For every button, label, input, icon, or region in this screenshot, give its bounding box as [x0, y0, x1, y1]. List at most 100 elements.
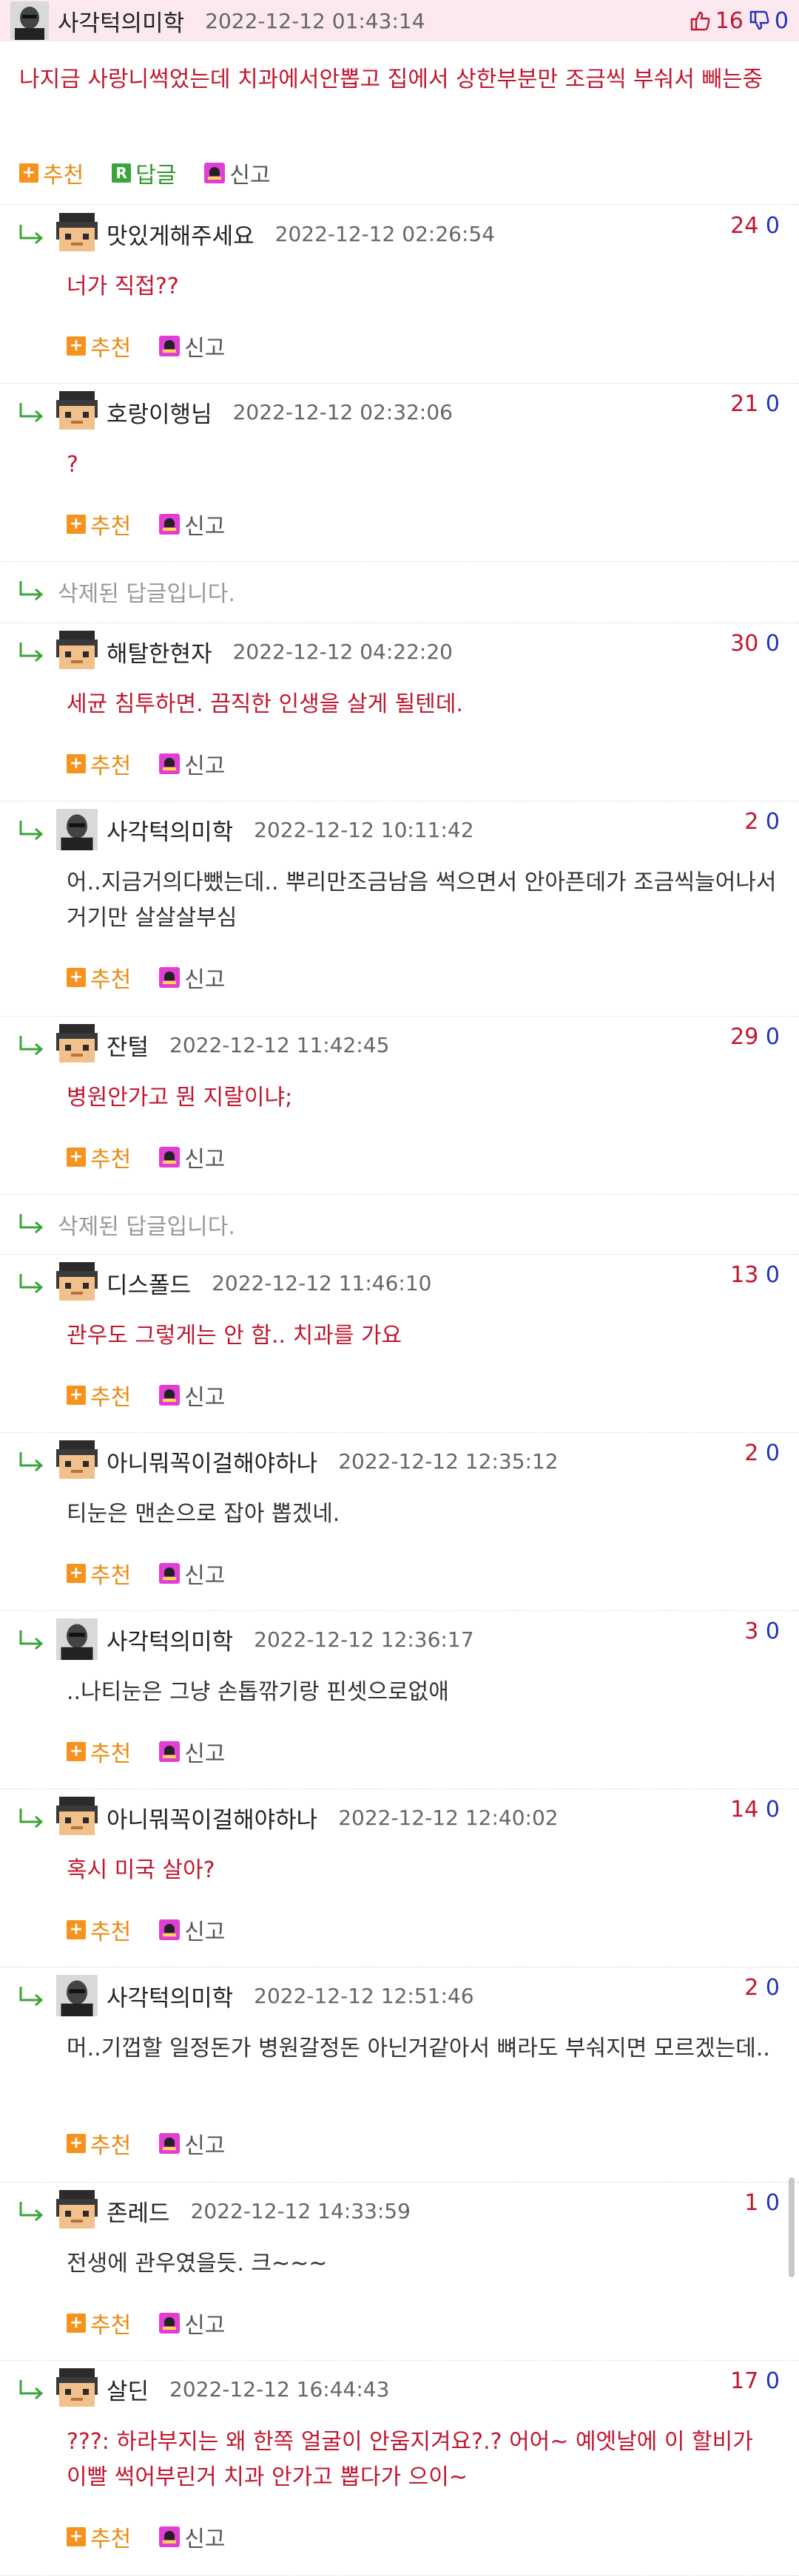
siren-icon	[159, 1385, 181, 1406]
siren-icon	[159, 2313, 181, 2333]
recommend-button[interactable]: + 추천	[67, 2127, 131, 2160]
report-button[interactable]: 신고	[159, 1141, 225, 1173]
scrollbar[interactable]	[789, 2177, 795, 2277]
recommend-label: 추천	[90, 1385, 132, 1411]
comment-up-count[interactable]: 13	[730, 1262, 758, 1288]
report-button[interactable]: 신고	[159, 748, 225, 780]
recommend-button[interactable]: + 추천	[67, 2307, 131, 2339]
comment-up-count[interactable]: 24	[730, 213, 758, 239]
comment-up-count[interactable]: 29	[730, 1024, 758, 1050]
comment-author[interactable]: 사각턱의미학	[107, 1979, 233, 2013]
comment-up-count[interactable]: 2	[744, 809, 758, 835]
report-button[interactable]: 신고	[159, 1914, 225, 1946]
comment-down-count[interactable]: 0	[766, 631, 780, 657]
post-author[interactable]: 사각턱의미학	[58, 4, 184, 38]
comment-down-count[interactable]: 0	[766, 391, 780, 417]
photo-avatar[interactable]	[56, 1619, 98, 1660]
recommend-button[interactable]: + 추천	[67, 1379, 131, 1411]
comment-down-count[interactable]: 0	[766, 1262, 780, 1288]
reply-arrow-icon	[19, 1274, 44, 1294]
pixel-avatar[interactable]	[56, 1262, 98, 1304]
comment-up-count[interactable]: 21	[730, 391, 758, 417]
recommend-button[interactable]: + 추천	[67, 1914, 131, 1946]
recommend-button[interactable]: + 추천	[67, 1557, 131, 1590]
comment-actions: + 추천 신고	[67, 330, 253, 362]
comment-author[interactable]: 맛있게해주세요	[107, 217, 254, 251]
thumbs-down-icon[interactable]	[748, 10, 770, 32]
comment-author[interactable]: 해탈한현자	[107, 635, 212, 668]
recommend-button[interactable]: + 추천	[67, 508, 131, 540]
reply-button[interactable]: R 답글	[112, 157, 176, 189]
comment-down-count[interactable]: 0	[766, 1024, 780, 1050]
pixel-avatar[interactable]	[56, 391, 98, 433]
comment-down-count[interactable]: 0	[766, 213, 780, 239]
comment-down-count[interactable]: 0	[766, 2190, 780, 2216]
comment-author[interactable]: 사각턱의미학	[107, 1623, 233, 1656]
comment-author[interactable]: 디스폴드	[107, 1267, 191, 1300]
comment-down-count[interactable]: 0	[766, 1975, 780, 2001]
comment-author[interactable]: 살딘	[107, 2373, 149, 2406]
post-down-count: 0	[774, 7, 789, 34]
siren-icon	[204, 163, 226, 183]
reply-arrow-icon	[19, 1987, 44, 2007]
comment-actions: + 추천 신고	[67, 961, 253, 994]
recommend-button[interactable]: + 추천	[19, 157, 84, 189]
report-button[interactable]: 신고	[204, 157, 271, 189]
recommend-button[interactable]: + 추천	[67, 748, 131, 780]
pixel-avatar[interactable]	[56, 1440, 98, 1482]
comment-down-count[interactable]: 0	[766, 1440, 780, 1466]
comment-author[interactable]: 아니뭐꼭이걸해야하나	[107, 1445, 317, 1478]
report-button[interactable]: 신고	[159, 1379, 225, 1411]
comment-author[interactable]: 사각턱의미학	[107, 813, 233, 847]
comment-author[interactable]: 잔털	[107, 1028, 149, 1062]
author-photo-avatar[interactable]	[10, 1, 49, 40]
report-button[interactable]: 신고	[159, 2127, 225, 2160]
comment-up-count[interactable]: 3	[744, 1619, 758, 1644]
comment-up-count[interactable]: 2	[744, 1440, 758, 1466]
recommend-button[interactable]: + 추천	[67, 961, 131, 994]
pixel-avatar[interactable]	[56, 1024, 98, 1065]
comment-votes: 1 0	[744, 2190, 780, 2216]
post-votes: 16 0	[689, 0, 789, 41]
report-button[interactable]: 신고	[159, 1557, 225, 1590]
comment-votes: 21 0	[730, 391, 780, 417]
report-button[interactable]: 신고	[159, 2307, 225, 2339]
recommend-button[interactable]: + 추천	[67, 330, 131, 362]
comment-item: 아니뭐꼭이걸해야하나 2022-12-12 12:35:12 2 0 티눈은 맨손으로…	[0, 1433, 799, 1611]
comment-up-count[interactable]: 30	[730, 631, 758, 657]
recommend-button[interactable]: + 추천	[67, 1141, 131, 1173]
recommend-button[interactable]: + 추천	[67, 2521, 131, 2553]
comment-up-count[interactable]: 1	[744, 2190, 758, 2216]
siren-icon	[159, 1919, 181, 1940]
report-button[interactable]: 신고	[159, 330, 225, 362]
photo-avatar[interactable]	[56, 809, 98, 850]
siren-icon	[159, 514, 181, 535]
report-label: 신고	[184, 2526, 226, 2552]
comment-down-count[interactable]: 0	[766, 2368, 780, 2394]
report-button[interactable]: 신고	[159, 2521, 225, 2553]
comment-down-count[interactable]: 0	[766, 1619, 780, 1644]
comment-down-count[interactable]: 0	[766, 1797, 780, 1823]
comment-up-count[interactable]: 2	[744, 1975, 758, 2001]
comment-up-count[interactable]: 14	[730, 1797, 758, 1823]
comment-item: 해탈한현자 2022-12-12 04:22:20 30 0 세균 침투하면. 끔직한…	[0, 623, 799, 801]
photo-avatar[interactable]	[56, 1975, 98, 2016]
recommend-label: 추천	[90, 2526, 132, 2552]
recommend-button[interactable]: + 추천	[67, 1735, 131, 1768]
comment-author[interactable]: 아니뭐꼭이걸해야하나	[107, 1801, 317, 1834]
pixel-avatar[interactable]	[56, 2368, 98, 2410]
comment-header: 맛있게해주세요 2022-12-12 02:26:54	[56, 213, 495, 254]
pixel-avatar[interactable]	[56, 213, 98, 254]
comment-down-count[interactable]: 0	[766, 809, 780, 835]
report-button[interactable]: 신고	[159, 961, 225, 994]
report-button[interactable]: 신고	[159, 508, 225, 540]
pixel-avatar[interactable]	[56, 2190, 98, 2231]
thumbs-up-icon[interactable]	[689, 10, 711, 32]
report-button[interactable]: 신고	[159, 1735, 225, 1768]
comment-up-count[interactable]: 17	[730, 2368, 758, 2394]
pixel-avatar[interactable]	[56, 1797, 98, 1838]
comment-author[interactable]: 존레드	[107, 2194, 170, 2228]
comment-header: 아니뭐꼭이걸해야하나 2022-12-12 12:35:12	[56, 1440, 559, 1482]
comment-author[interactable]: 호랑이행님	[107, 396, 212, 429]
pixel-avatar[interactable]	[56, 631, 98, 672]
